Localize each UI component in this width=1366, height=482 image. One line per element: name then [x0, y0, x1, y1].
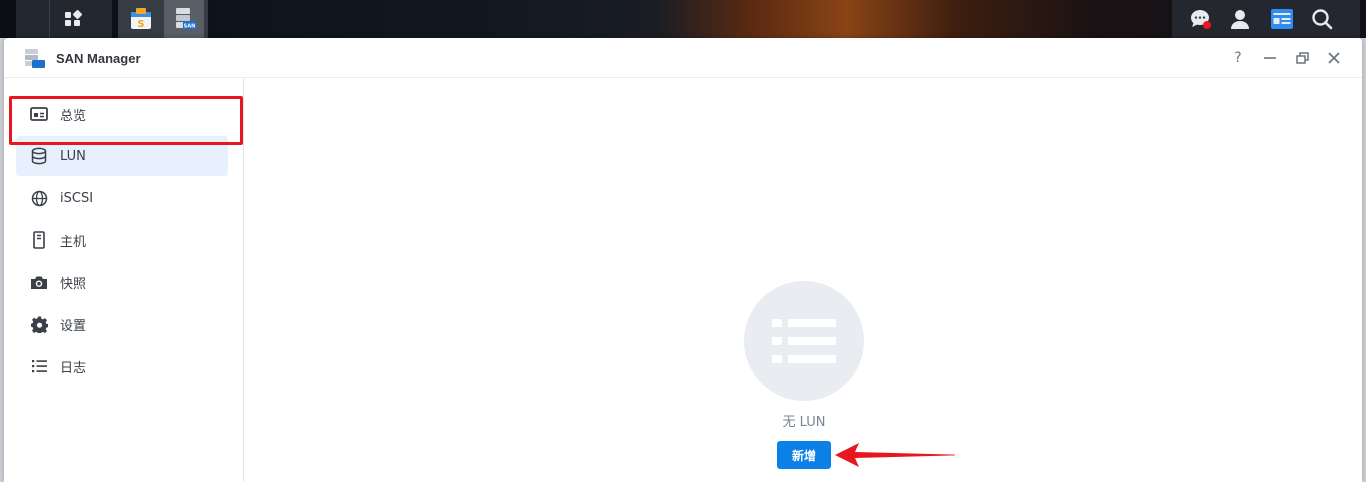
sidebar-item-label: 主机 [60, 234, 87, 250]
sidebar-item-label: LUN [60, 148, 86, 164]
empty-state-illustration [744, 281, 864, 401]
close-button[interactable] [1325, 49, 1343, 67]
taskbar: S SAN [0, 0, 1366, 38]
san-manager-taskbar-button[interactable]: SAN [164, 0, 204, 38]
san-manager-app-icon [25, 49, 45, 68]
sidebar-item-host[interactable]: 主机 [16, 220, 228, 260]
widgets-icon [1271, 9, 1293, 29]
taskbar-right-group [1172, 0, 1360, 38]
search-button[interactable] [1304, 0, 1340, 38]
empty-state-text: 无 LUN [782, 415, 826, 430]
minimize-icon [1264, 57, 1276, 59]
sidebar-item-snapshot[interactable]: 快照 [16, 262, 228, 302]
gear-icon [30, 315, 48, 333]
sidebar-item-iscsi[interactable]: iSCSI [16, 178, 228, 218]
chat-button[interactable] [1182, 0, 1218, 38]
sidebar-item-log[interactable]: 日志 [16, 346, 228, 386]
svg-text:S: S [137, 19, 144, 30]
taskbar-left-group [16, 0, 112, 38]
window-title: SAN Manager [56, 51, 141, 66]
chat-icon [1191, 10, 1211, 29]
annotation-arrow [835, 443, 955, 467]
search-icon [1312, 9, 1333, 30]
sidebar-item-label: 设置 [60, 318, 87, 334]
sidebar-item-label: 快照 [60, 276, 87, 292]
help-icon: ? [1234, 50, 1242, 66]
taskbar-divider [49, 0, 50, 38]
san-manager-icon: SAN [176, 8, 196, 30]
globe-icon [30, 189, 48, 207]
window-titlebar[interactable]: SAN Manager ? [4, 38, 1362, 78]
help-button[interactable]: ? [1229, 49, 1247, 67]
lun-main-panel: 无 LUN 新增 [245, 78, 1362, 482]
sidebar-item-settings[interactable]: 设置 [16, 304, 228, 344]
user-icon [1231, 10, 1249, 29]
grid-icon [65, 9, 83, 26]
user-button[interactable] [1222, 0, 1258, 38]
camera-icon [30, 273, 48, 291]
lun-highlight-box [9, 96, 243, 145]
add-lun-button[interactable]: 新增 [777, 441, 831, 469]
list-icon [30, 357, 48, 375]
taskbar-apps: S SAN [118, 0, 208, 38]
package-center-button[interactable]: S [122, 0, 160, 38]
list-icon [772, 319, 836, 363]
svg-text:SAN: SAN [184, 24, 196, 30]
restore-icon [1295, 52, 1309, 64]
san-manager-window: SAN Manager ? 总览 LUN iSCSI 主机 快照 设置 日志 无… [4, 38, 1362, 482]
package-center-icon: S [131, 8, 151, 30]
host-icon [30, 231, 48, 249]
restore-button[interactable] [1293, 49, 1311, 67]
close-icon [1328, 52, 1340, 64]
main-menu-button[interactable] [56, 0, 90, 38]
minimize-button[interactable] [1261, 49, 1279, 67]
sidebar-item-label: iSCSI [60, 190, 94, 206]
sidebar-item-label: 日志 [60, 360, 87, 376]
database-icon [30, 147, 48, 165]
widgets-button[interactable] [1264, 0, 1300, 38]
